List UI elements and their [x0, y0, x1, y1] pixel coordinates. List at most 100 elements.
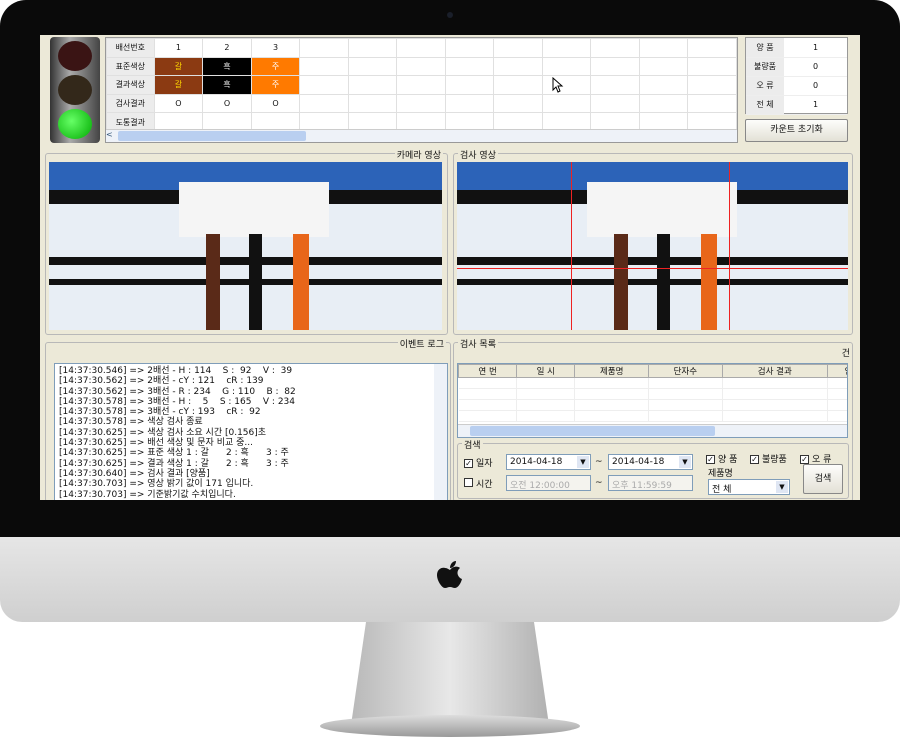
grid-cell[interactable] — [590, 56, 640, 77]
search-label: 검색 — [462, 438, 483, 451]
grid-horizontal-scrollbar[interactable]: < — [106, 129, 737, 142]
time-to-spinner[interactable]: 오후 11:59:59 — [608, 475, 693, 491]
search-button[interactable]: 검색 — [803, 464, 843, 494]
grid-cell[interactable] — [396, 38, 446, 58]
grid-cell[interactable] — [638, 38, 689, 58]
inspection-list-label: 검사 목록 — [458, 337, 498, 350]
date-from-value: 2014-04-18 — [510, 457, 563, 467]
date-from-select[interactable]: 2014-04-18 ▼ — [506, 454, 591, 470]
row-label: 표준색상 — [106, 56, 155, 77]
list-horizontal-scrollbar[interactable] — [458, 424, 847, 437]
grid-cell[interactable]: 3 — [250, 38, 301, 58]
dropdown-arrow-icon: ▼ — [776, 481, 788, 493]
grid-cell[interactable] — [493, 38, 543, 58]
column-header[interactable]: 검사 결과 — [721, 364, 828, 378]
grid-cell[interactable] — [396, 75, 446, 95]
column-header[interactable]: 인쇄 — [826, 364, 847, 378]
table-row[interactable] — [458, 410, 847, 422]
grid-cell[interactable] — [299, 75, 349, 95]
count-reset-button[interactable]: 카운트 초기화 — [745, 119, 848, 142]
date-checkbox[interactable]: ✓ 일자 — [464, 456, 493, 469]
grid-cell[interactable]: 흑 — [202, 75, 252, 95]
grid-cell[interactable]: 갈 — [153, 56, 204, 77]
grid-cell[interactable]: 주 — [250, 75, 301, 95]
grid-cell[interactable] — [687, 56, 737, 77]
grid-cell[interactable] — [444, 93, 495, 114]
grid-cell[interactable] — [590, 75, 640, 95]
grid-cell[interactable] — [347, 38, 398, 58]
log-line: [14:37:30.703] => 영상 밝기 값이 171 입니다. — [59, 479, 254, 490]
grid-cell[interactable] — [299, 56, 349, 77]
grid-cell[interactable]: 1 — [153, 38, 204, 58]
time-from-spinner[interactable]: 오전 12:00:00 — [506, 475, 591, 491]
grid-cell[interactable] — [541, 38, 592, 58]
grid-cell[interactable] — [687, 38, 737, 58]
grid-cell[interactable]: 흑 — [202, 56, 252, 77]
log-line: [14:37:30.578] => 색상 검사 종료 — [59, 417, 203, 428]
grid-cell[interactable] — [347, 56, 398, 77]
grid-cell[interactable] — [638, 75, 689, 95]
count-label: 양 품 — [746, 38, 784, 58]
event-log-list[interactable]: [14:37:30.546] => 2배선 - H : 114 S : 92 V… — [54, 363, 448, 500]
grid-cell[interactable] — [541, 75, 592, 95]
grid-cell[interactable] — [687, 93, 737, 114]
grid-cell[interactable]: 주 — [250, 56, 301, 77]
grid-cell[interactable]: O — [153, 93, 204, 114]
grid-cell[interactable]: 갈 — [153, 75, 204, 95]
grid-cell[interactable]: 2 — [202, 38, 252, 58]
apple-logo-icon — [437, 561, 462, 588]
table-row[interactable] — [458, 377, 847, 389]
grid-cell[interactable] — [347, 93, 398, 114]
inspection-table[interactable]: 연 번일 시제품명단자수검사 결과인쇄 — [457, 363, 848, 438]
grid-cell[interactable] — [493, 93, 543, 114]
column-header[interactable]: 일 시 — [516, 364, 576, 378]
grid-cell[interactable] — [444, 75, 495, 95]
inspection-image — [457, 162, 848, 330]
grid-cell[interactable] — [590, 38, 640, 58]
roi-right-line — [729, 162, 730, 330]
roi-left-line — [571, 162, 572, 330]
grid-cell[interactable] — [590, 93, 640, 114]
column-header[interactable]: 연 번 — [458, 364, 518, 378]
log-line: [14:37:30.625] => 결과 색상 1 : 갈 2 : 흑 3 : … — [59, 458, 289, 469]
grid-cell[interactable] — [347, 75, 398, 95]
grid-cell[interactable] — [541, 93, 592, 114]
grid-cell[interactable]: O — [250, 93, 301, 114]
log-line: [14:37:30.562] => 2배선 - cY : 121 cR : 13… — [59, 376, 264, 387]
grid-cell[interactable] — [299, 93, 349, 114]
grid-cell[interactable] — [638, 56, 689, 77]
date-to-select[interactable]: 2014-04-18 ▼ — [608, 454, 693, 470]
range-tilde: ~ — [595, 457, 603, 467]
dropdown-arrow-icon: ▼ — [679, 456, 691, 468]
grid-cell[interactable] — [541, 56, 592, 77]
time-checkbox[interactable]: 시간 — [464, 477, 493, 490]
grid-cell[interactable] — [396, 93, 446, 114]
count-value: 1 — [784, 38, 847, 58]
grid-cell[interactable] — [444, 56, 495, 77]
camera-image — [49, 162, 442, 330]
grid-cell[interactable] — [444, 38, 495, 58]
log-scrollbar[interactable] — [434, 364, 447, 500]
bad-checkbox[interactable]: ✓ 불량품 — [750, 452, 787, 465]
good-checkbox[interactable]: ✓ 양 품 — [706, 452, 737, 465]
grid-cell[interactable]: O — [202, 93, 252, 114]
grid-cell[interactable] — [638, 93, 689, 114]
table-row[interactable] — [458, 388, 847, 400]
grid-row: 표준색상 갈 흑 주 — [106, 56, 737, 77]
event-log-label: 이벤트 로그 — [397, 337, 446, 350]
grid-cell[interactable] — [493, 75, 543, 95]
column-header[interactable]: 제품명 — [574, 364, 650, 378]
grid-cell[interactable] — [396, 56, 446, 77]
dropdown-arrow-icon: ▼ — [577, 456, 589, 468]
good-label: 양 품 — [718, 455, 738, 465]
product-select[interactable]: 전 체 ▼ — [708, 479, 790, 495]
log-line: [14:37:30.578] => 3배선 - H : 5 S : 165 V … — [59, 396, 295, 407]
grid-cell[interactable] — [687, 75, 737, 95]
column-header[interactable]: 단자수 — [648, 364, 723, 378]
count-table: 양 품 1 불량품 0 오 류0전 체1 — [745, 37, 848, 115]
count-suffix: 건 — [841, 349, 850, 359]
grid-cell[interactable] — [493, 56, 543, 77]
log-line: [14:37:30.625] => 배선 색상 및 문자 비교 중... — [59, 438, 253, 449]
table-row[interactable] — [458, 399, 847, 411]
grid-cell[interactable] — [299, 38, 349, 58]
